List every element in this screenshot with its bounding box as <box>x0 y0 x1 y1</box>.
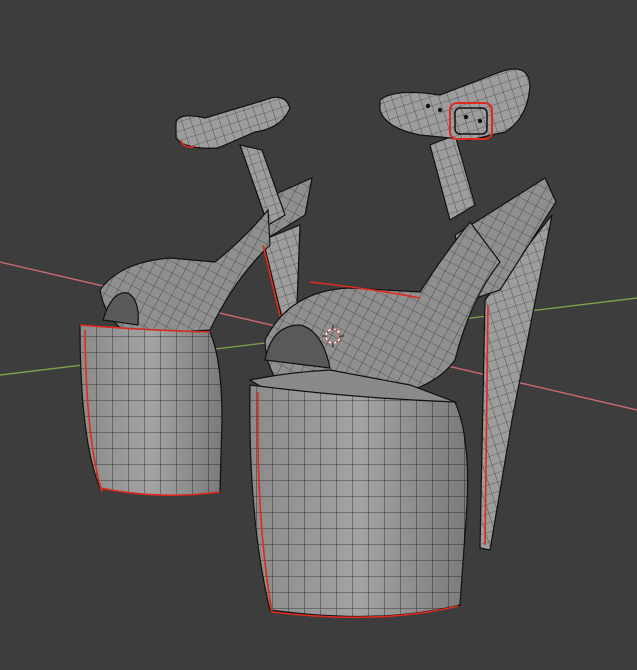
right-ankle-strap[interactable] <box>429 134 476 221</box>
strap-hole <box>425 103 431 109</box>
strap-hole <box>437 107 443 113</box>
viewport-canvas[interactable] <box>0 0 637 670</box>
left-strap-loop[interactable] <box>175 96 291 149</box>
right-shoe-mesh[interactable] <box>248 68 557 619</box>
3d-viewport[interactable] <box>0 0 637 670</box>
left-ankle-strap[interactable] <box>239 144 286 226</box>
strap-hole <box>463 114 469 120</box>
strap-hole <box>477 118 483 124</box>
